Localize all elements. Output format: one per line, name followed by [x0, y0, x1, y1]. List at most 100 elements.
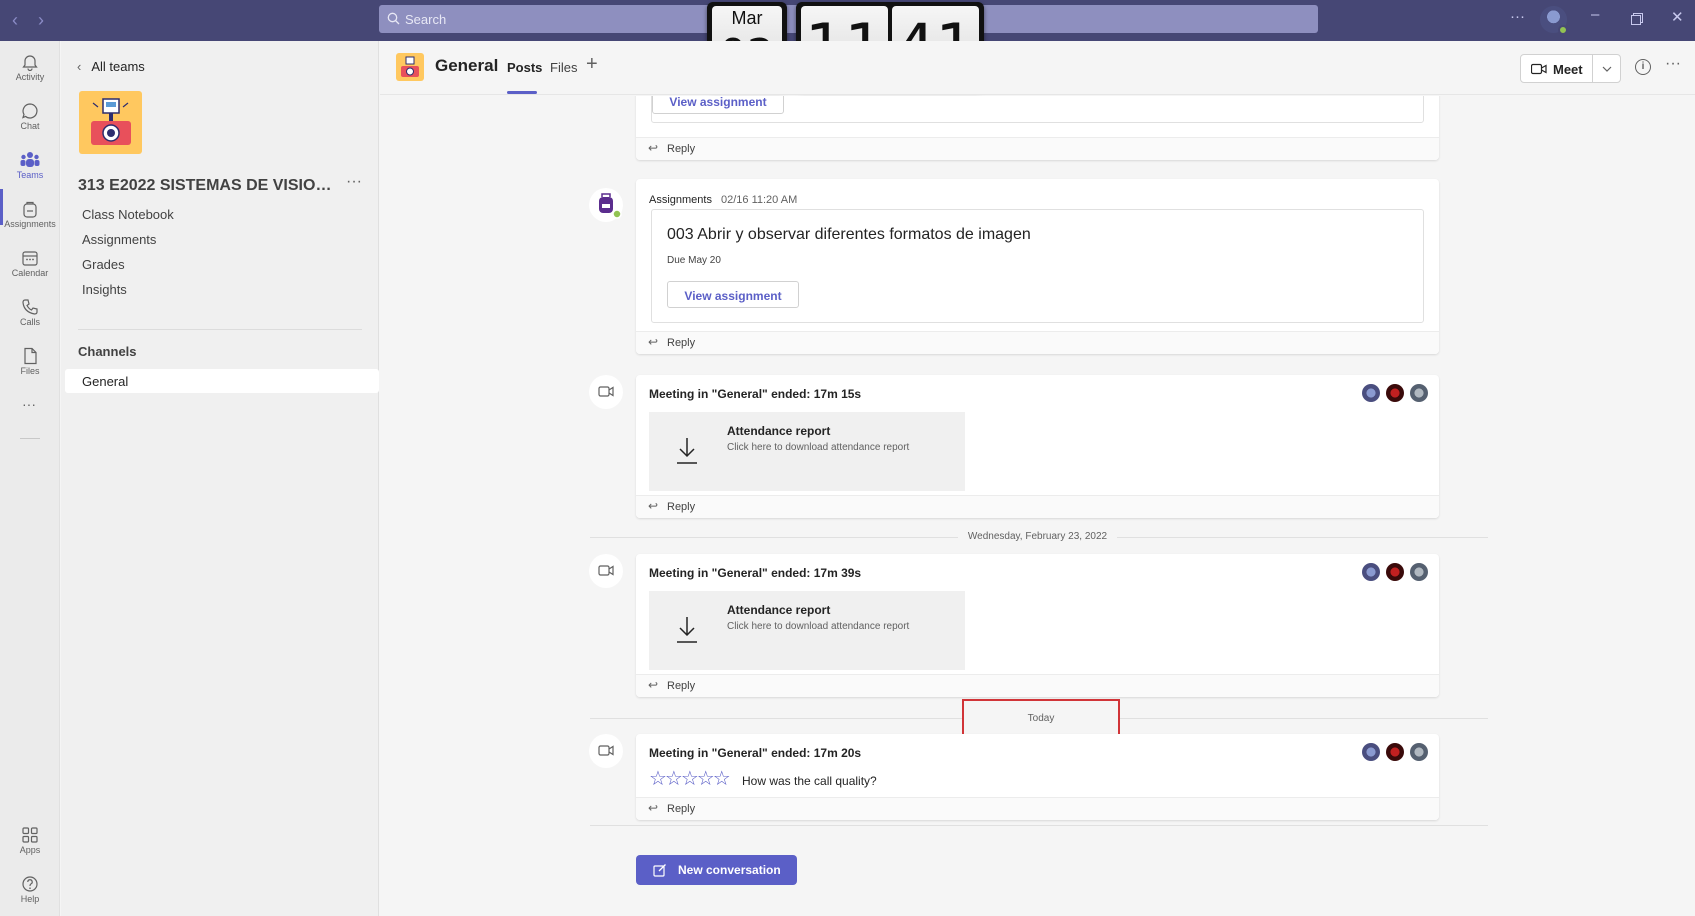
teams-icon: [20, 152, 40, 167]
rail-divider: [20, 438, 40, 439]
channel-general[interactable]: General: [65, 369, 379, 393]
date-separator: Wednesday, February 23, 2022: [380, 531, 1695, 542]
call-quality-question: How was the call quality?: [742, 774, 877, 788]
participant-avatar[interactable]: [1410, 743, 1428, 761]
reply-arrow-icon: ↩: [648, 678, 659, 692]
assignments-link[interactable]: Assignments: [82, 232, 156, 247]
attendance-report-card[interactable]: Attendance report Click here to download…: [649, 591, 965, 670]
participant-avatar[interactable]: [1410, 563, 1428, 581]
download-icon: [677, 438, 697, 464]
info-icon[interactable]: i: [1635, 59, 1651, 75]
assignment-body: View assignment: [651, 96, 1424, 123]
camera-logo-icon: [91, 98, 131, 145]
backpack-icon: [599, 193, 622, 219]
rail-calendar[interactable]: Calendar: [0, 243, 60, 291]
app-rail: Activity Chat Teams Assignments Calendar…: [0, 41, 60, 916]
forward-arrow-icon[interactable]: ›: [38, 10, 44, 31]
close-icon[interactable]: ✕: [1671, 8, 1684, 26]
chat-icon: [22, 103, 38, 119]
channel-avatar: [396, 53, 424, 81]
rail-teams[interactable]: Teams: [0, 145, 60, 193]
reply-row[interactable]: ↩ Reply: [636, 331, 1439, 354]
settings-more-icon[interactable]: ···: [1510, 8, 1525, 25]
tab-posts[interactable]: Posts: [507, 60, 542, 75]
meeting-title: Meeting in "General" ended: 17m 39s: [649, 566, 862, 580]
participant-avatar[interactable]: [1386, 563, 1404, 581]
reply-arrow-icon: ↩: [648, 335, 659, 349]
calendar-icon: [22, 251, 38, 266]
insights-link[interactable]: Insights: [82, 282, 127, 297]
search-icon: [387, 12, 400, 25]
assignment-card: Assignments 02/16 11:20 AM 003 Abrir y o…: [636, 179, 1439, 354]
channel-header: General Posts Files + Meet i ···: [380, 41, 1695, 95]
sender-name[interactable]: Assignments: [649, 194, 712, 206]
rail-chat[interactable]: Chat: [0, 96, 60, 144]
today-separator-highlight: Today: [962, 699, 1120, 738]
minimize-icon[interactable]: –: [1591, 6, 1599, 23]
help-icon: [22, 876, 38, 892]
call-quality-stars[interactable]: ☆☆☆☆☆: [649, 766, 731, 791]
participant-avatar[interactable]: [1362, 384, 1380, 402]
rail-files[interactable]: Files: [0, 341, 60, 389]
presence-available-icon: [1558, 25, 1568, 35]
download-icon: [677, 617, 697, 643]
assignment-body[interactable]: 003 Abrir y observar diferentes formatos…: [651, 209, 1424, 323]
class-notebook-link[interactable]: Class Notebook: [82, 207, 174, 222]
video-camera-icon: [598, 745, 614, 756]
meeting-title: Meeting in "General" ended: 17m 20s: [649, 746, 862, 760]
reply-row[interactable]: ↩ Reply: [636, 674, 1439, 697]
participant-avatar[interactable]: [1362, 743, 1380, 761]
more-apps-icon[interactable]: ···: [22, 396, 36, 412]
rail-calls[interactable]: Calls: [0, 292, 60, 340]
participant-avatar[interactable]: [1386, 384, 1404, 402]
message-timestamp: 02/16 11:20 AM: [721, 194, 798, 206]
channel-more-options-icon[interactable]: ···: [1665, 55, 1681, 73]
participant-avatar[interactable]: [1386, 743, 1404, 761]
view-assignment-button[interactable]: View assignment: [667, 281, 799, 308]
new-conversation-button[interactable]: New conversation: [636, 855, 797, 885]
team-more-options-icon[interactable]: ···: [346, 173, 362, 191]
add-tab-icon[interactable]: +: [586, 53, 598, 76]
meet-dropdown[interactable]: [1592, 54, 1621, 83]
meeting-card: Meeting in "General" ended: 17m 39s Atte…: [636, 554, 1439, 697]
meeting-avatar: [589, 375, 623, 409]
rail-activity[interactable]: Activity: [0, 47, 60, 95]
reply-arrow-icon: ↩: [648, 499, 659, 513]
back-arrow-icon[interactable]: ‹: [12, 10, 18, 31]
message-list: View assignment ↩ Reply Assignments 02/1…: [380, 96, 1695, 916]
rail-apps[interactable]: Apps: [0, 820, 60, 868]
list-end-divider: [590, 825, 1488, 826]
compose-icon: [653, 864, 666, 877]
reply-row[interactable]: ↩ Reply: [636, 495, 1439, 518]
apps-icon: [22, 827, 38, 843]
attendance-report-card[interactable]: Attendance report Click here to download…: [649, 412, 965, 491]
search-placeholder: Search: [405, 12, 447, 27]
file-icon: [24, 347, 37, 365]
assignment-card-partial: View assignment ↩ Reply: [636, 96, 1439, 160]
assignments-bot-avatar[interactable]: [589, 188, 623, 222]
video-camera-icon: [598, 565, 614, 576]
meet-button[interactable]: Meet: [1520, 54, 1593, 83]
rail-assignments[interactable]: Assignments: [0, 194, 60, 242]
video-camera-icon: [598, 386, 614, 397]
rail-help[interactable]: Help: [0, 869, 60, 916]
participant-avatar[interactable]: [1410, 384, 1428, 402]
assignment-title: 003 Abrir y observar diferentes formatos…: [667, 226, 1031, 243]
team-avatar: [79, 91, 142, 154]
meeting-avatar: [589, 734, 623, 768]
restore-icon[interactable]: [1631, 13, 1643, 25]
team-name: 313 E2022 SISTEMAS DE VISION ...: [78, 177, 338, 194]
today-label: Today: [1027, 713, 1055, 724]
bell-icon: [22, 55, 38, 71]
view-assignment-button[interactable]: View assignment: [652, 96, 784, 114]
meeting-avatar: [589, 554, 623, 588]
grades-link[interactable]: Grades: [82, 257, 125, 272]
reply-row[interactable]: ↩ Reply: [636, 137, 1439, 160]
reply-row[interactable]: ↩ Reply: [636, 797, 1439, 820]
participant-avatar[interactable]: [1362, 563, 1380, 581]
channels-header[interactable]: Channels: [78, 344, 137, 359]
pane-divider: [78, 329, 362, 330]
tab-files[interactable]: Files: [550, 60, 577, 75]
camera-logo-icon: [401, 56, 419, 77]
all-teams-link[interactable]: ‹ All teams: [77, 59, 145, 74]
